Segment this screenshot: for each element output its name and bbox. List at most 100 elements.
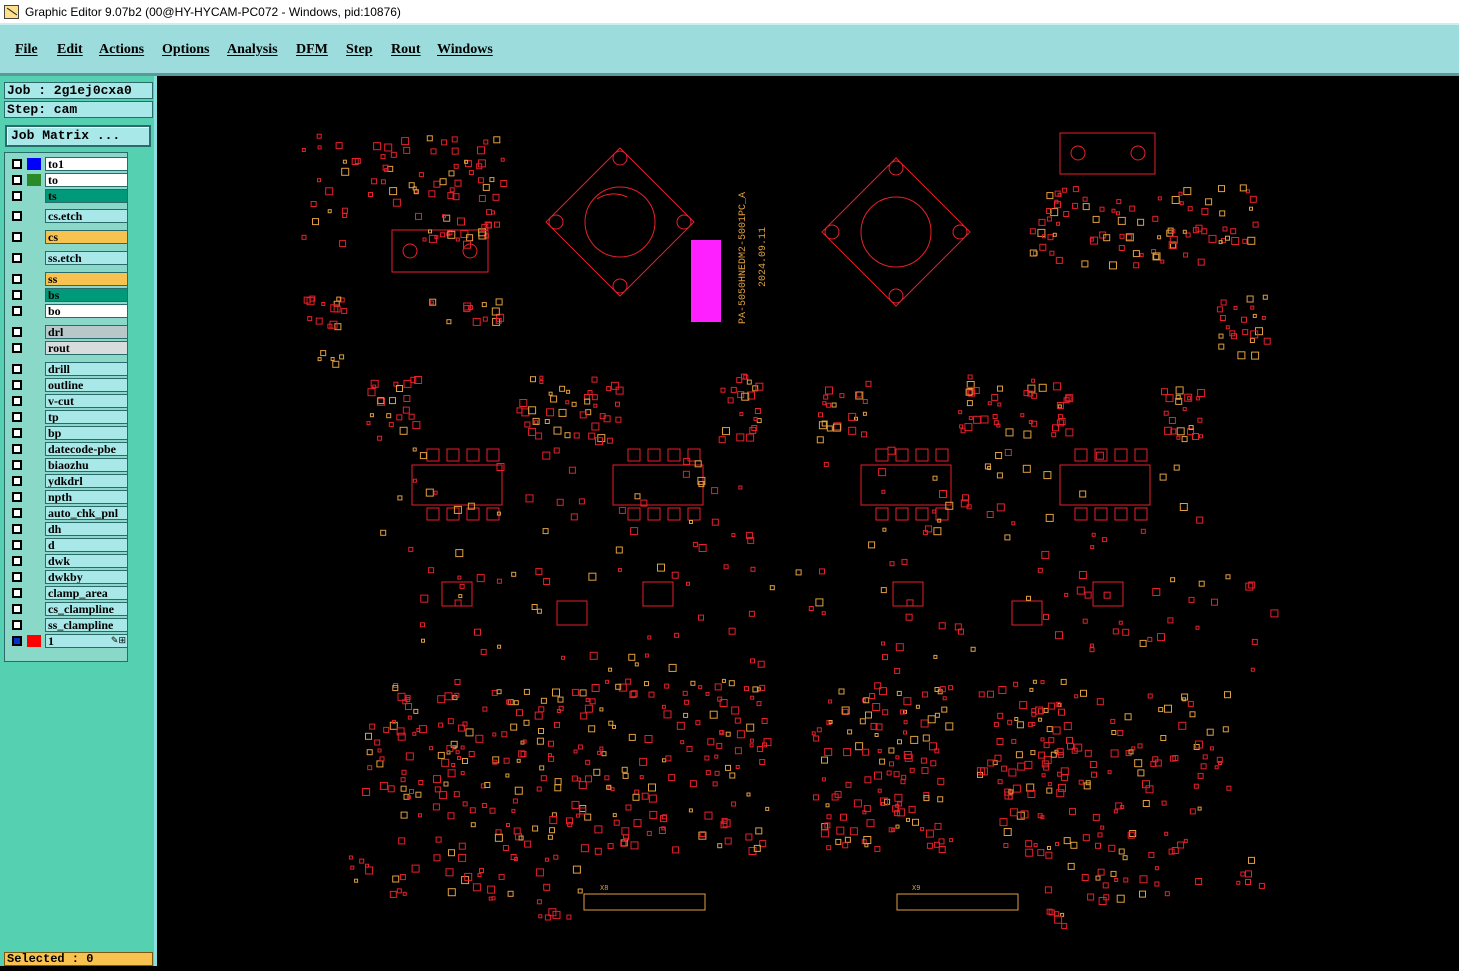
layer-name[interactable]: cs xyxy=(45,230,128,244)
layer-row-ss.etch[interactable]: ss.etch xyxy=(9,251,128,265)
layer-row-clamp_area[interactable]: clamp_area xyxy=(9,586,128,600)
menu-file[interactable]: File xyxy=(15,42,38,58)
layer-name[interactable]: auto_chk_pnl xyxy=(45,506,128,520)
layer-checkbox[interactable] xyxy=(12,396,22,406)
layer-name[interactable]: rout xyxy=(45,341,128,355)
menu-options[interactable]: Options xyxy=(162,42,209,58)
layer-name[interactable]: bo xyxy=(45,304,128,318)
layer-checkbox[interactable] xyxy=(12,211,22,221)
layer-checkbox[interactable] xyxy=(12,364,22,374)
graphic-canvas[interactable]: PA-5050HNEDM2-5001PC_A 2024.09.11 X8 X9 xyxy=(157,79,1459,966)
layer-name[interactable]: cs.etch xyxy=(45,209,128,223)
layer-name[interactable]: cs_clampline xyxy=(45,602,128,616)
layer-row-rout[interactable]: rout xyxy=(9,341,128,355)
layer-row-cs_clampline[interactable]: cs_clampline xyxy=(9,602,128,616)
layer-name[interactable]: clamp_area xyxy=(45,586,128,600)
layer-checkbox[interactable] xyxy=(12,572,22,582)
layer-checkbox[interactable] xyxy=(12,412,22,422)
layer-name[interactable]: bp xyxy=(45,426,128,440)
menu-edit[interactable]: Edit xyxy=(57,42,83,58)
layer-name[interactable]: tp xyxy=(45,410,128,424)
layer-checkbox[interactable] xyxy=(12,290,22,300)
layer-row-auto_chk_pnl[interactable]: auto_chk_pnl xyxy=(9,506,128,520)
menu-analysis[interactable]: Analysis xyxy=(227,42,278,58)
job-matrix-button[interactable]: Job Matrix ... xyxy=(5,125,151,147)
layer-row-to[interactable]: to xyxy=(9,173,128,187)
layer-checkbox[interactable] xyxy=(12,556,22,566)
layer-row-dh[interactable]: dh xyxy=(9,522,128,536)
layer-name[interactable]: ss xyxy=(45,272,128,286)
layer-name[interactable]: d xyxy=(45,538,128,552)
layer-checkbox[interactable] xyxy=(12,343,22,353)
layer-checkbox[interactable] xyxy=(12,175,22,185)
layer-checkbox[interactable] xyxy=(12,232,22,242)
layer-name[interactable]: outline xyxy=(45,378,128,392)
layer-checkbox[interactable] xyxy=(12,460,22,470)
layer-name[interactable]: v-cut xyxy=(45,394,128,408)
layer-row-npth[interactable]: npth xyxy=(9,490,128,504)
layer-checkbox[interactable] xyxy=(12,540,22,550)
layer-row-tp[interactable]: tp xyxy=(9,410,128,424)
layer-row-1[interactable]: 1 ✎⊞ xyxy=(9,634,128,648)
layer-checkbox[interactable] xyxy=(12,327,22,337)
pcb-view[interactable]: PA-5050HNEDM2-5001PC_A 2024.09.11 X8 X9 xyxy=(157,79,1459,966)
menu-actions[interactable]: Actions xyxy=(99,42,144,58)
ic-pad xyxy=(1134,448,1148,462)
layer-name[interactable]: ss.etch xyxy=(45,251,128,265)
layer-name[interactable]: to xyxy=(45,173,128,187)
layer-checkbox[interactable] xyxy=(12,159,22,169)
layer-name[interactable]: dwkby xyxy=(45,570,128,584)
layer-row-to1[interactable]: to1 xyxy=(9,157,128,171)
layer-checkbox[interactable] xyxy=(12,524,22,534)
layer-row-d[interactable]: d xyxy=(9,538,128,552)
layer-name[interactable]: bs xyxy=(45,288,128,302)
menu-windows[interactable]: Windows xyxy=(437,42,493,58)
layer-name[interactable]: biaozhu xyxy=(45,458,128,472)
layer-row-drill[interactable]: drill xyxy=(9,362,128,376)
layer-name[interactable]: dh xyxy=(45,522,128,536)
layer-checkbox[interactable] xyxy=(12,636,22,646)
menu-step[interactable]: Step xyxy=(346,42,372,58)
layer-name[interactable]: ss_clampline xyxy=(45,618,128,632)
layer-checkbox[interactable] xyxy=(12,274,22,284)
layer-name[interactable]: ts xyxy=(45,189,128,203)
layer-name[interactable]: ydkdrl xyxy=(45,474,128,488)
layer-row-cs[interactable]: cs xyxy=(9,230,128,244)
layer-row-ss_clampline[interactable]: ss_clampline xyxy=(9,618,128,632)
layer-name[interactable]: datecode-pbe xyxy=(45,442,128,456)
layer-checkbox[interactable] xyxy=(12,476,22,486)
layer-checkbox[interactable] xyxy=(12,428,22,438)
layer-row-bs[interactable]: bs xyxy=(9,288,128,302)
layer-checkbox[interactable] xyxy=(12,444,22,454)
layer-row-cs.etch[interactable]: cs.etch xyxy=(9,209,128,223)
layer-row-bp[interactable]: bp xyxy=(9,426,128,440)
layer-checkbox[interactable] xyxy=(12,492,22,502)
layer-row-drl[interactable]: drl xyxy=(9,325,128,339)
layer-name[interactable]: drill xyxy=(45,362,128,376)
menu-dfm[interactable]: DFM xyxy=(296,42,328,58)
layer-row-ss[interactable]: ss xyxy=(9,272,128,286)
layer-row-dwkby[interactable]: dwkby xyxy=(9,570,128,584)
layer-row-biaozhu[interactable]: biaozhu xyxy=(9,458,128,472)
layer-name[interactable]: npth xyxy=(45,490,128,504)
layer-checkbox[interactable] xyxy=(12,253,22,263)
layer-name[interactable]: drl xyxy=(45,325,128,339)
layer-checkbox[interactable] xyxy=(12,508,22,518)
layer-row-bo[interactable]: bo xyxy=(9,304,128,318)
layer-row-v-cut[interactable]: v-cut xyxy=(9,394,128,408)
layer-checkbox[interactable] xyxy=(12,604,22,614)
layer-row-outline[interactable]: outline xyxy=(9,378,128,392)
layer-edit-icon[interactable]: ✎⊞ xyxy=(111,635,126,646)
layer-checkbox[interactable] xyxy=(12,620,22,630)
layer-checkbox[interactable] xyxy=(12,306,22,316)
menu-rout[interactable]: Rout xyxy=(391,42,421,58)
layer-row-ydkdrl[interactable]: ydkdrl xyxy=(9,474,128,488)
layer-row-datecode-pbe[interactable]: datecode-pbe xyxy=(9,442,128,456)
layer-name[interactable]: to1 xyxy=(45,157,128,171)
layer-name[interactable]: dwk xyxy=(45,554,128,568)
layer-checkbox[interactable] xyxy=(12,191,22,201)
layer-row-ts[interactable]: ts xyxy=(9,189,128,203)
layer-row-dwk[interactable]: dwk xyxy=(9,554,128,568)
layer-checkbox[interactable] xyxy=(12,588,22,598)
layer-checkbox[interactable] xyxy=(12,380,22,390)
